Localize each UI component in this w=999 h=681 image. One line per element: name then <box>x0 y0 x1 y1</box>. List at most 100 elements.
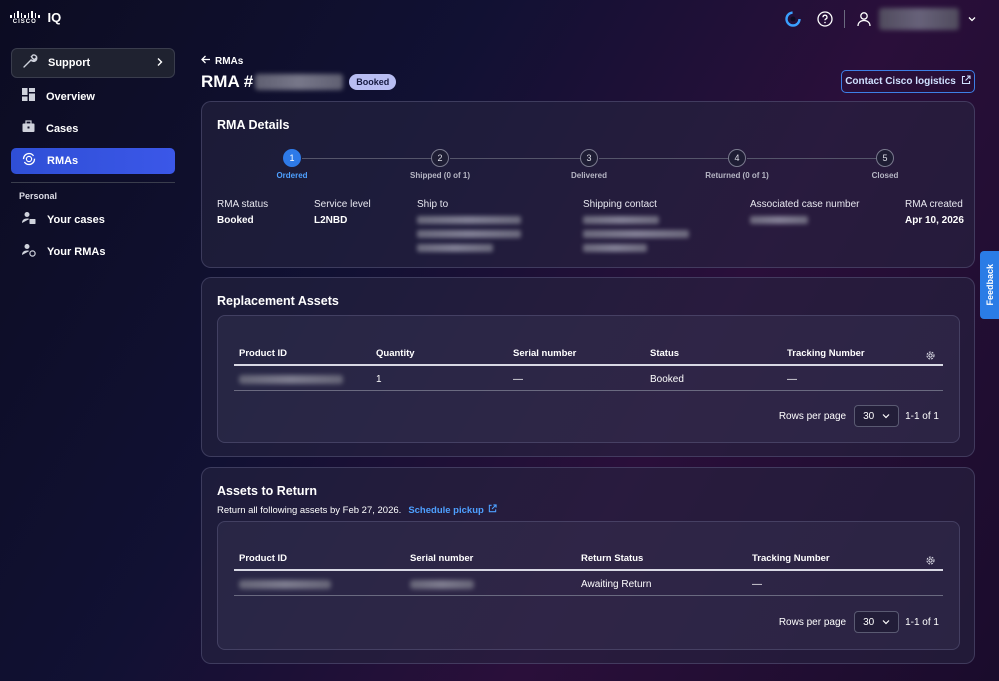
step-returned: 4 Returned (0 of 1) <box>687 149 787 180</box>
page-title: RMA # Booked <box>201 72 397 92</box>
return-note: Return all following assets by Feb 27, 2… <box>217 504 497 516</box>
assets-to-return-table: Product ID Serial number Return Status T… <box>217 521 960 650</box>
step-label: Closed <box>871 171 899 180</box>
sidebar-item-cases[interactable]: Cases <box>11 116 175 142</box>
brand-word: CISCO <box>12 18 37 25</box>
column-header[interactable]: Product ID <box>239 348 287 359</box>
step-ordered: 1 Ordered <box>242 149 342 180</box>
help-icon[interactable] <box>814 8 836 30</box>
column-header[interactable]: Tracking Number <box>752 553 830 564</box>
contact-cisco-logistics-button[interactable]: Contact Cisco logistics <box>841 70 975 93</box>
assistant-icon[interactable] <box>782 8 804 30</box>
case-number-redacted[interactable] <box>750 216 808 224</box>
rma-number-redacted <box>255 74 344 90</box>
step-number: 2 <box>431 149 449 167</box>
pagination: Rows per page 30 1-1 of 1 <box>779 611 939 633</box>
schedule-pickup-link[interactable]: Schedule pickup <box>408 504 497 516</box>
return-status-cell: Awaiting Return <box>581 579 652 590</box>
replacement-assets-title: Replacement Assets <box>217 294 339 308</box>
column-header[interactable]: Product ID <box>239 553 287 564</box>
contact-redacted <box>583 216 659 224</box>
column-header[interactable]: Return Status <box>581 553 643 564</box>
step-number: 5 <box>876 149 894 167</box>
sidebar: Support Overview Cases RMAs Personal You… <box>0 38 185 681</box>
step-closed: 5 Closed <box>835 149 935 180</box>
return-deadline-text: Return all following assets by Feb 27, 2… <box>217 504 402 516</box>
rows-per-page-select[interactable]: 30 <box>854 611 900 633</box>
table-row[interactable]: Awaiting Return — <box>234 572 943 596</box>
pagination: Rows per page 30 1-1 of 1 <box>779 405 939 427</box>
step-label: Ordered <box>276 171 308 180</box>
detail-ship-to: Ship to <box>417 199 521 252</box>
column-header[interactable]: Tracking Number <box>787 348 865 359</box>
sidebar-item-label: Overview <box>46 91 95 103</box>
support-button[interactable]: Support <box>11 48 175 78</box>
arrow-left-icon <box>201 55 211 67</box>
status-badge: Booked <box>349 74 397 90</box>
sidebar-item-overview[interactable]: Overview <box>11 84 175 110</box>
rows-per-page-label: Rows per page <box>778 616 847 628</box>
status-cell: Booked <box>650 374 684 385</box>
detail-rma-created: RMA created Apr 10, 2026 <box>905 199 964 226</box>
step-label: Returned (0 of 1) <box>705 171 769 180</box>
table-row[interactable]: 1 — Booked — <box>234 367 943 391</box>
sidebar-item-label: Your cases <box>47 214 105 226</box>
rma-progress-stepper: 1 Ordered 2 Shipped (0 of 1) 3 Delivered… <box>202 149 974 189</box>
rma-details-title: RMA Details <box>217 118 290 132</box>
user-briefcase-icon <box>22 211 36 230</box>
gear-icon[interactable] <box>925 348 936 366</box>
detail-rma-status: RMA status Booked <box>217 199 268 226</box>
briefcase-icon <box>22 120 35 138</box>
contact-button-label: Contact Cisco logistics <box>845 76 956 87</box>
address-redacted <box>417 244 493 252</box>
page-range: 1-1 of 1 <box>905 616 939 628</box>
quantity-cell: 1 <box>376 374 382 385</box>
detail-value: Apr 10, 2026 <box>905 215 964 226</box>
detail-label: Ship to <box>417 199 449 210</box>
chevron-down-icon <box>882 411 890 422</box>
gear-icon[interactable] <box>925 553 936 571</box>
rows-per-page-label: Rows per page <box>778 410 847 422</box>
user-cycle-icon <box>22 243 36 262</box>
assets-to-return-card: Assets to Return Return all following as… <box>201 467 975 664</box>
rows-per-page-value: 30 <box>863 616 875 628</box>
feedback-tab[interactable]: Feedback <box>980 251 999 319</box>
feedback-label: Feedback <box>984 264 995 306</box>
detail-shipping-contact: Shipping contact <box>583 199 689 252</box>
sidebar-item-your-cases[interactable]: Your cases <box>11 207 175 233</box>
back-to-rmas-link[interactable]: RMAs <box>201 55 243 67</box>
column-header[interactable]: Serial number <box>513 348 576 359</box>
user-icon[interactable] <box>853 8 875 30</box>
step-label: Delivered <box>570 171 608 180</box>
sidebar-item-label: Your RMAs <box>47 246 106 258</box>
column-header[interactable]: Serial number <box>410 553 473 564</box>
assets-to-return-title: Assets to Return <box>217 484 318 498</box>
cisco-iq-logo[interactable]: CISCO IQ <box>10 10 61 25</box>
detail-label: Service level <box>314 199 371 210</box>
step-number: 1 <box>283 149 301 167</box>
rows-per-page-select[interactable]: 30 <box>854 405 900 427</box>
chevron-down-icon[interactable] <box>961 8 983 30</box>
column-header[interactable]: Status <box>650 348 679 359</box>
detail-case-number: Associated case number <box>750 199 860 224</box>
sidebar-divider <box>11 182 175 183</box>
sidebar-item-label: RMAs <box>47 155 79 167</box>
detail-value: Booked <box>217 215 254 226</box>
replacement-assets-card: Replacement Assets Product ID Quantity S… <box>201 277 975 457</box>
product-id-redacted <box>239 375 343 384</box>
chevron-down-icon <box>882 617 890 628</box>
sidebar-item-your-rmas[interactable]: Your RMAs <box>11 239 175 265</box>
rma-title-prefix: RMA # <box>201 72 254 91</box>
table-header: Product ID Serial number Return Status T… <box>234 549 943 571</box>
step-label: Shipped (0 of 1) <box>410 171 470 180</box>
step-delivered: 3 Delivered <box>539 149 639 180</box>
user-name-redacted[interactable] <box>879 8 959 30</box>
column-header[interactable]: Quantity <box>376 348 415 359</box>
detail-label: RMA created <box>905 199 963 210</box>
serial-number-redacted <box>410 580 474 589</box>
cisco-logo-icon: CISCO <box>10 10 40 25</box>
sidebar-item-rmas[interactable]: RMAs <box>11 148 175 174</box>
step-number: 3 <box>580 149 598 167</box>
detail-label: Associated case number <box>750 199 860 210</box>
topbar-divider <box>844 10 845 28</box>
